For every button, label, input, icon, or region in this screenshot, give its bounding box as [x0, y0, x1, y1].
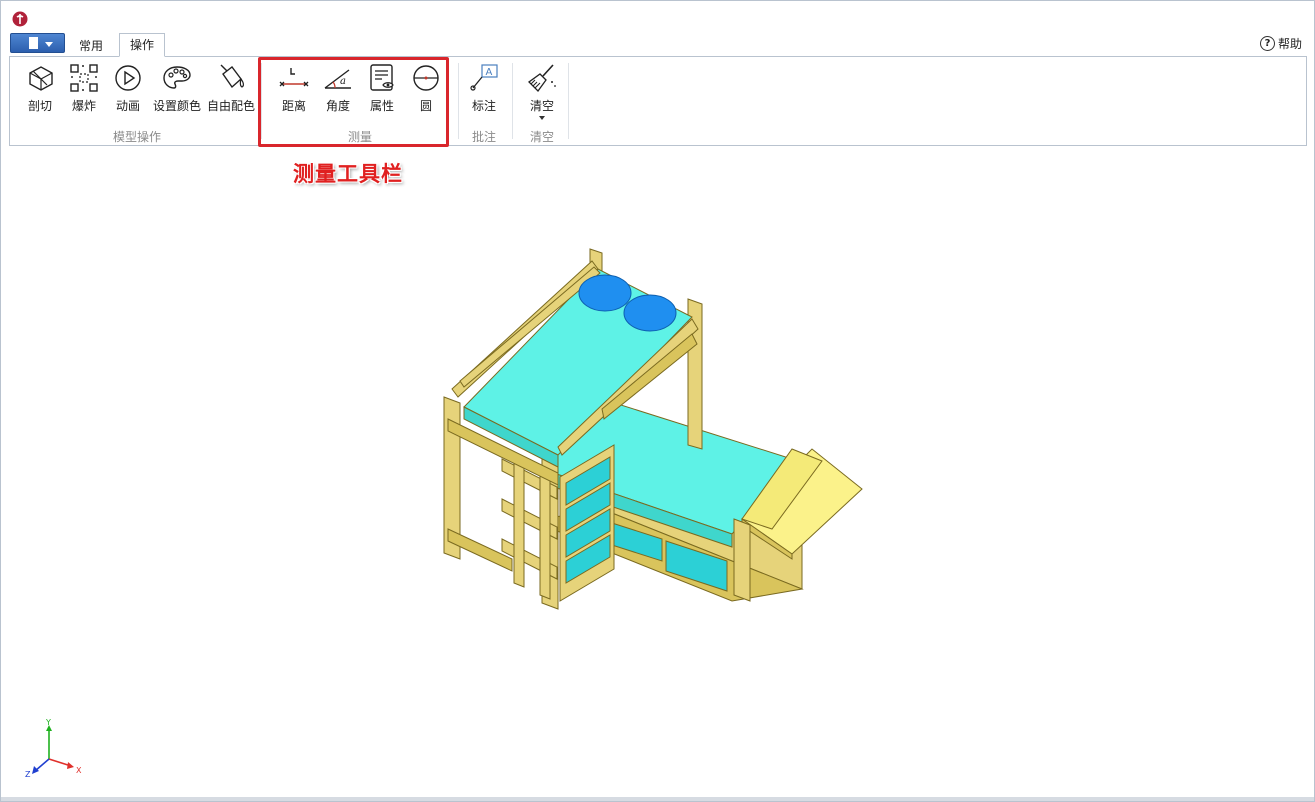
- tool-label: 清空: [529, 99, 554, 113]
- palette-icon: [163, 66, 191, 89]
- annotation-button[interactable]: A 标注: [466, 62, 502, 114]
- tool-label: 剖切: [27, 99, 52, 113]
- group-separator: [568, 63, 569, 139]
- help-button[interactable]: ? 帮助: [1259, 34, 1302, 52]
- file-menu-button[interactable]: [10, 33, 65, 53]
- tool-label: 设置颜色: [152, 99, 201, 113]
- section-cut-icon: [29, 66, 53, 91]
- model-viewport[interactable]: [2, 149, 1313, 800]
- ribbon-toolbar: 剖切 爆炸 动画 设置颜色 自由配色 模型操作 距离 a 角度 属性 圆 测量 …: [9, 56, 1307, 146]
- status-bar: [1, 797, 1314, 801]
- svg-text:A: A: [486, 67, 493, 78]
- tool-label: 爆炸: [71, 99, 96, 113]
- paint-bucket-icon: [220, 64, 244, 89]
- tool-label: 自由配色: [206, 99, 255, 113]
- title-bar: [1, 1, 1314, 31]
- app-logo-icon: [12, 11, 28, 27]
- section-cut-button[interactable]: 剖切: [22, 62, 58, 114]
- group-label-clear: 清空: [529, 130, 554, 144]
- chevron-down-icon[interactable]: [539, 116, 545, 120]
- measure-toolbar-highlight: [258, 57, 449, 147]
- help-icon: ?: [1259, 35, 1275, 51]
- chevron-down-icon: [45, 42, 53, 47]
- z-axis-label: Z: [25, 770, 31, 779]
- bunk-bed-model: [443, 248, 863, 610]
- group-separator: [458, 63, 459, 139]
- animation-button[interactable]: 动画: [110, 62, 146, 114]
- group-separator: [512, 63, 513, 139]
- y-axis-label: Y: [45, 719, 51, 727]
- group-label-annotation: 批注: [471, 130, 496, 144]
- explode-button[interactable]: 爆炸: [66, 62, 102, 114]
- document-icon: [29, 37, 38, 49]
- annotation-icon: A: [470, 64, 498, 91]
- set-color-button[interactable]: 设置颜色: [152, 62, 202, 114]
- tab-common[interactable]: 常用: [69, 35, 113, 57]
- axis-triad: Y X Z: [25, 719, 82, 779]
- tool-label: 动画: [115, 99, 140, 113]
- broom-icon: [528, 64, 556, 92]
- app-window: 常用 操作 ? 帮助 剖切 爆炸 动画 设置颜色 自由配色 模型操作 距离 a …: [0, 0, 1315, 802]
- tool-label: 标注: [471, 99, 496, 113]
- play-icon: [115, 65, 141, 91]
- help-label: 帮助: [1277, 36, 1302, 51]
- free-color-button[interactable]: 自由配色: [206, 62, 256, 114]
- group-label-model: 模型操作: [112, 130, 161, 144]
- tab-label: 操作: [130, 38, 155, 52]
- clear-button[interactable]: 清空: [524, 62, 560, 120]
- tab-operations[interactable]: 操作: [119, 33, 166, 57]
- tab-label: 常用: [79, 39, 104, 53]
- x-axis-label: X: [76, 766, 82, 775]
- explode-icon: [70, 64, 98, 92]
